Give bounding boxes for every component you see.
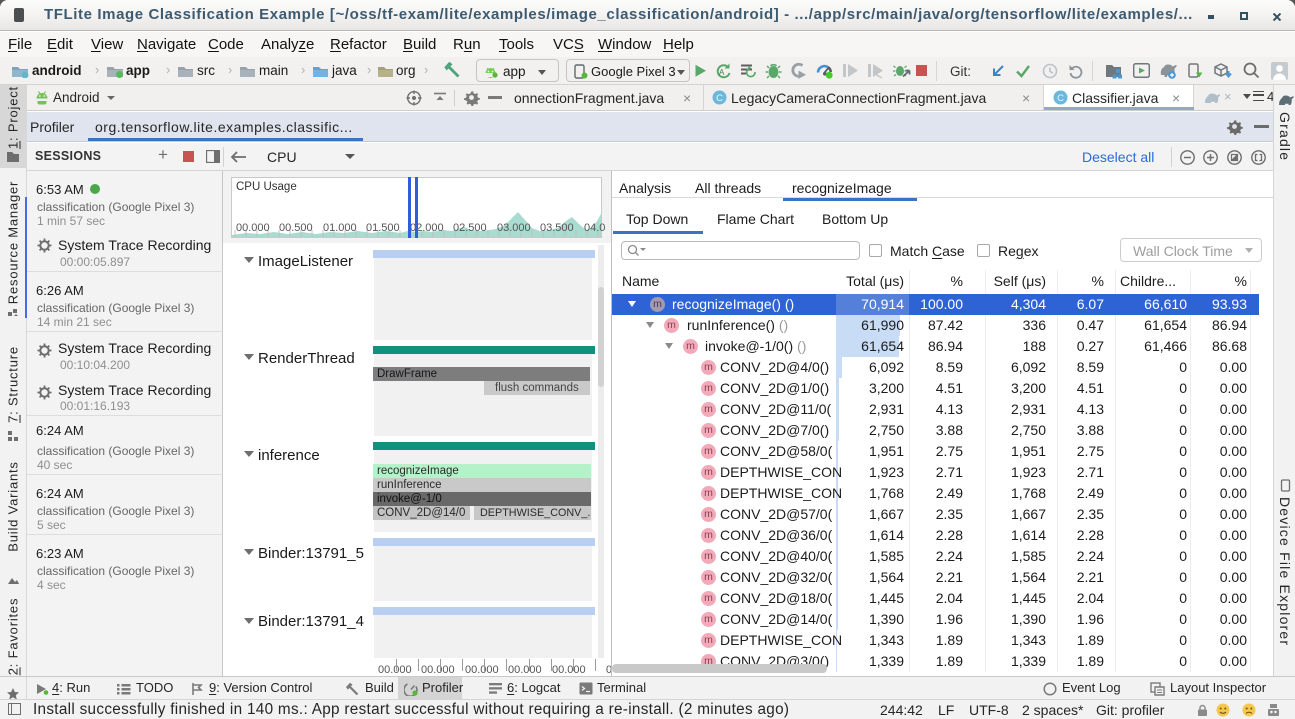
svg-text:C: C xyxy=(1057,93,1064,104)
svg-text:C: C xyxy=(716,93,723,104)
svg-text:A: A xyxy=(719,68,725,77)
